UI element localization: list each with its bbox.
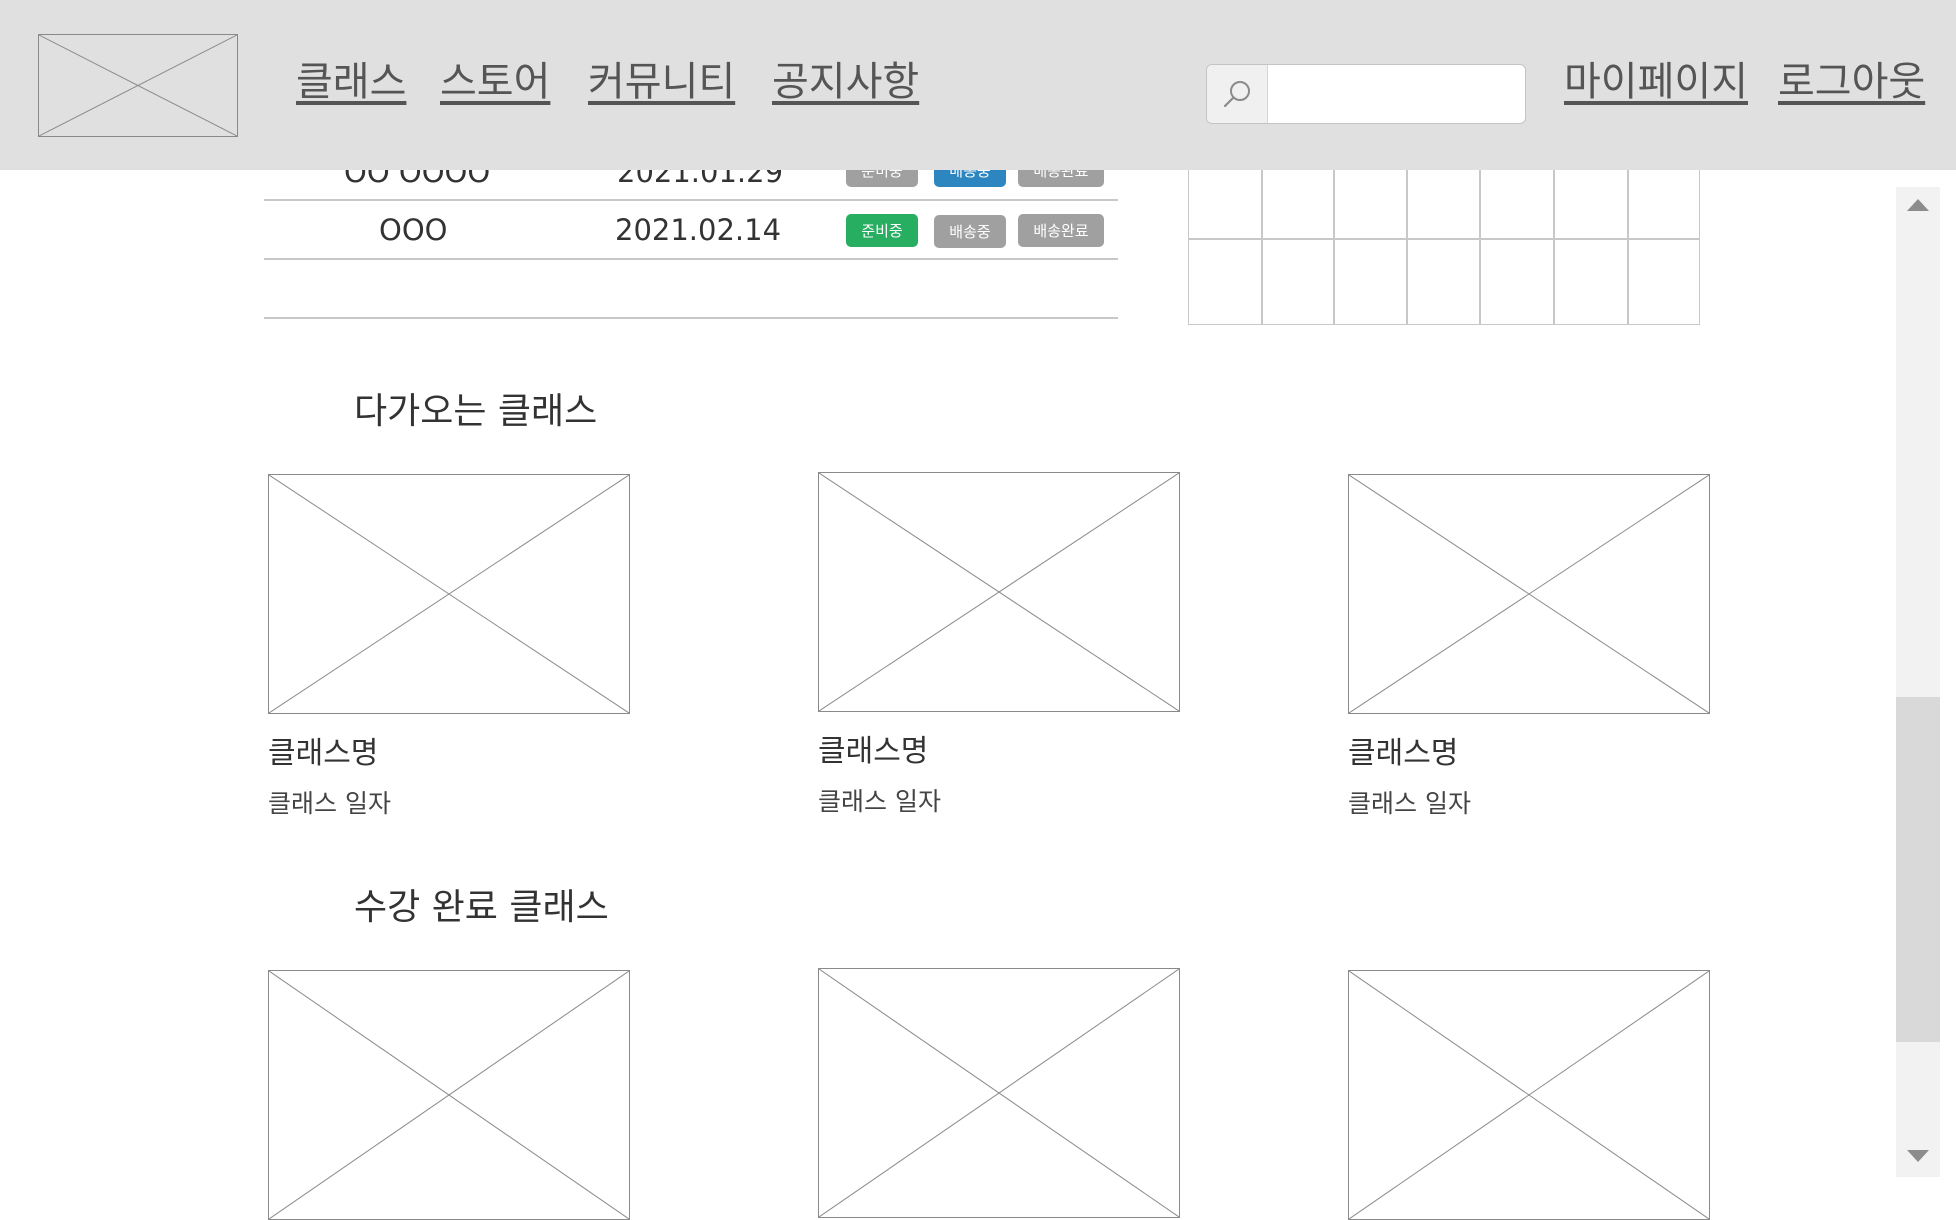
nav-store-link[interactable]: 스토어 — [440, 62, 550, 102]
class-thumbnail[interactable] — [1348, 970, 1710, 1220]
order-name: OOO — [379, 213, 448, 247]
scrollbar-thumb[interactable] — [1896, 697, 1940, 1042]
order-date: 2021.02.14 — [615, 213, 782, 247]
scroll-down-arrow-icon[interactable] — [1907, 1150, 1929, 1162]
class-thumbnail[interactable] — [268, 474, 630, 714]
status-shipping-badge[interactable]: 배송중 — [934, 215, 1006, 248]
row-divider — [264, 258, 1118, 260]
mypage-link[interactable]: 마이페이지 — [1564, 62, 1748, 102]
top-header: 클래스 스토어 커뮤니티 공지사항 마이페이지 로그아웃 — [0, 0, 1956, 170]
nav-class-link[interactable]: 클래스 — [296, 62, 406, 102]
logout-link[interactable]: 로그아웃 — [1778, 62, 1925, 102]
class-card-date: 클래스 일자 — [818, 787, 941, 816]
placeholder-cross-icon — [819, 473, 1179, 711]
placeholder-cross-icon — [1349, 475, 1709, 713]
status-delivered-badge[interactable]: 배송완료 — [1018, 214, 1104, 247]
class-card-date: 클래스 일자 — [1348, 789, 1471, 818]
class-thumbnail[interactable] — [818, 472, 1180, 712]
nav-notice-link[interactable]: 공지사항 — [772, 62, 919, 102]
vertical-scrollbar[interactable] — [1896, 187, 1940, 1177]
nav-community-link[interactable]: 커뮤니티 — [588, 62, 735, 102]
search-button[interactable] — [1207, 65, 1268, 123]
completed-section-title: 수강 완료 클래스 — [354, 887, 609, 928]
placeholder-cross-icon — [39, 35, 237, 136]
search-box — [1206, 64, 1526, 124]
status-preparing-badge[interactable]: 준비중 — [846, 214, 918, 247]
search-icon — [1223, 81, 1250, 108]
class-card-date: 클래스 일자 — [268, 789, 391, 818]
placeholder-cross-icon — [269, 971, 629, 1219]
row-divider — [264, 199, 1118, 201]
placeholder-cross-icon — [1349, 971, 1709, 1219]
placeholder-cross-icon — [819, 969, 1179, 1217]
class-card-name[interactable]: 클래스명 — [1348, 739, 1458, 769]
upcoming-section-title: 다가오는 클래스 — [354, 391, 598, 432]
search-input[interactable] — [1269, 65, 1519, 123]
logo-placeholder-image[interactable] — [38, 34, 238, 137]
table-bottom-border — [264, 317, 1118, 319]
scroll-up-arrow-icon[interactable] — [1907, 199, 1929, 211]
placeholder-cross-icon — [269, 475, 629, 713]
class-thumbnail[interactable] — [268, 970, 630, 1220]
class-card-name[interactable]: 클래스명 — [268, 739, 378, 769]
class-thumbnail[interactable] — [818, 968, 1180, 1218]
class-card-name[interactable]: 클래스명 — [818, 737, 928, 767]
calendar-line — [1189, 238, 1699, 240]
class-thumbnail[interactable] — [1348, 474, 1710, 714]
